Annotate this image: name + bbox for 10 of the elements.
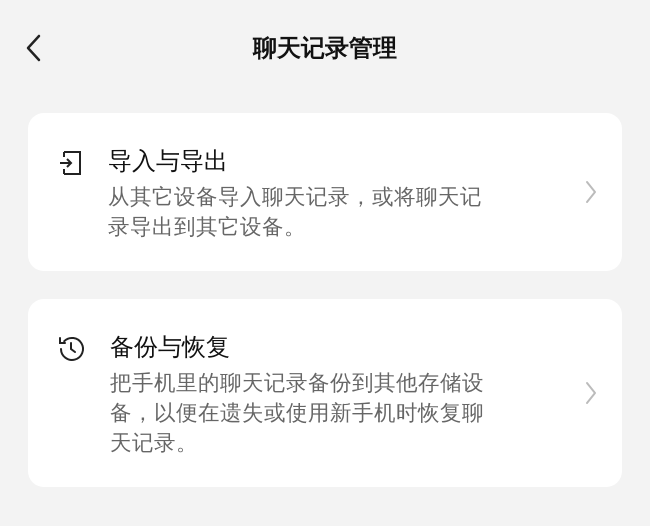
page-title: 聊天记录管理 [253, 33, 397, 64]
history-icon [56, 334, 86, 364]
card-description: 把手机里的聊天记录备份到其他存储设备，以便在遗失或使用新手机时恢复聊天记录。 [110, 370, 485, 458]
chevron-right-icon [584, 380, 598, 406]
chevron-right-icon [584, 179, 598, 205]
settings-card[interactable]: 导入与导出 从其它设备导入聊天记录，或将聊天记录导出到其它设备。 [28, 113, 622, 271]
card-title: 备份与恢复 [110, 332, 231, 363]
card-title: 导入与导出 [108, 146, 229, 177]
settings-card[interactable]: 备份与恢复 把手机里的聊天记录备份到其他存储设备，以便在遗失或使用新手机时恢复聊天记录。 [28, 299, 622, 487]
card-description: 从其它设备导入聊天记录，或将聊天记录导出到其它设备。 [108, 184, 483, 242]
